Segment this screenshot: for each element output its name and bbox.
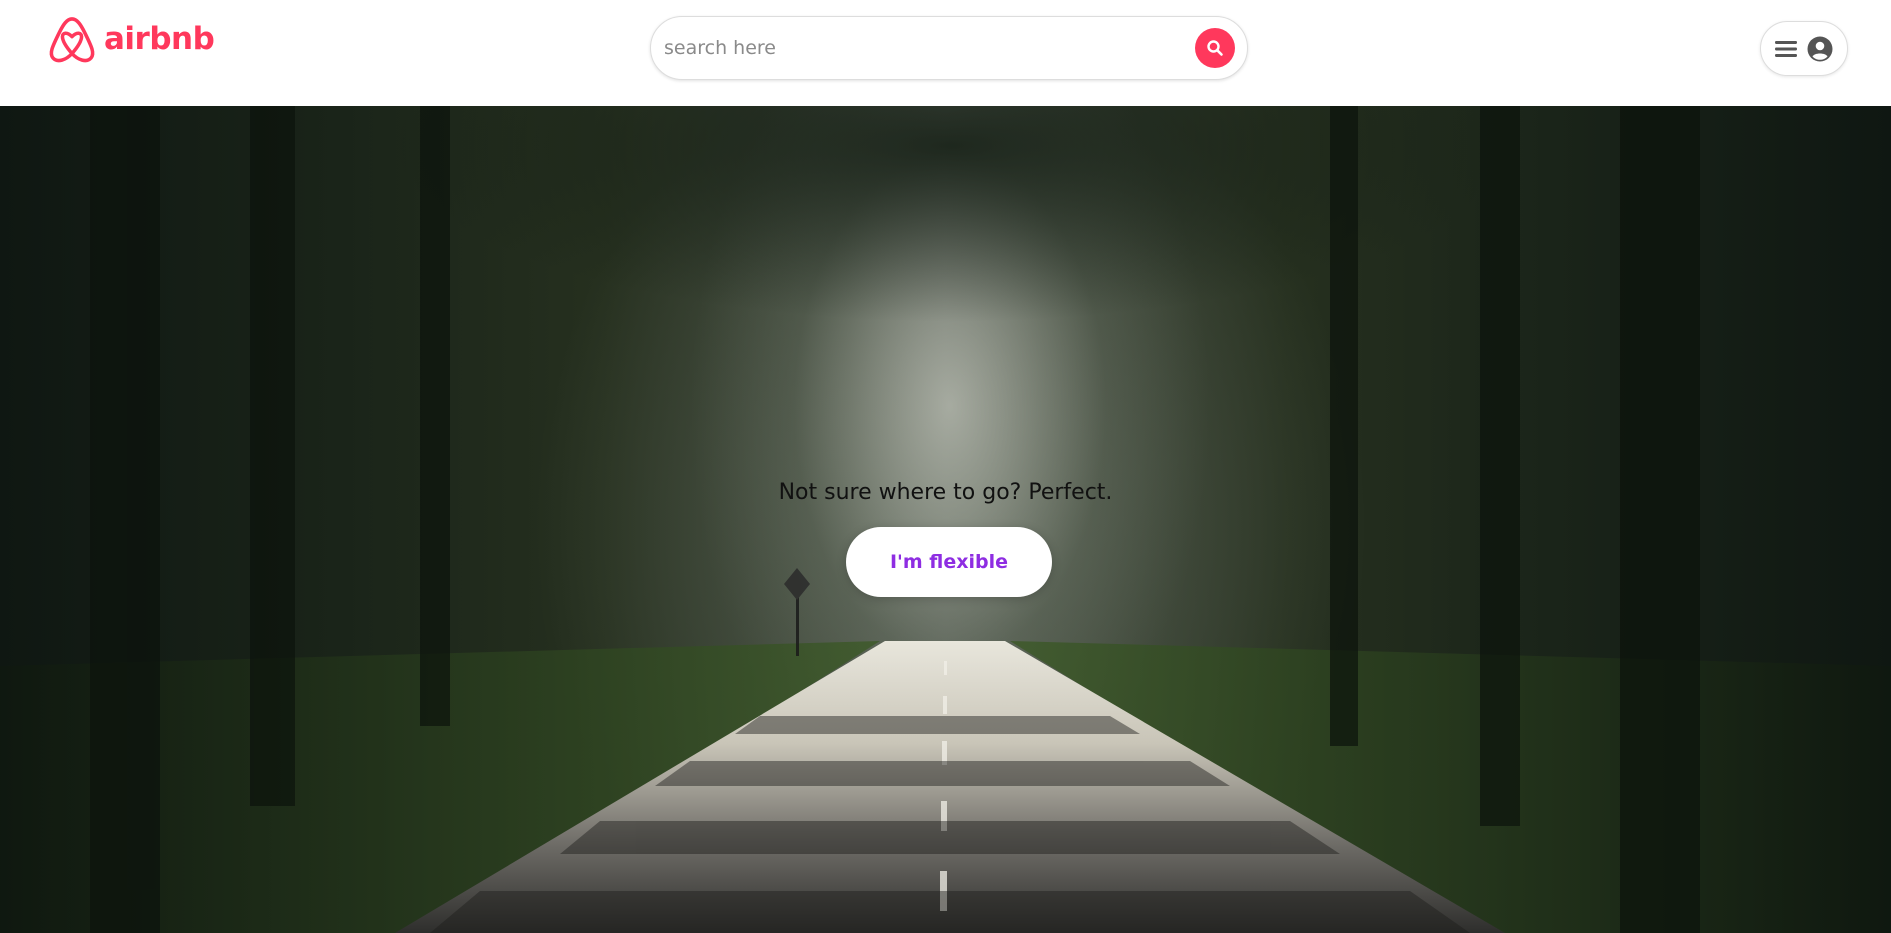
forest-road-image bbox=[0, 106, 1891, 933]
im-flexible-button[interactable]: I'm flexible bbox=[846, 527, 1052, 597]
hero-tagline: Not sure where to go? Perfect. bbox=[778, 480, 1113, 505]
search-input[interactable] bbox=[662, 27, 1195, 69]
hamburger-menu-icon bbox=[1775, 40, 1797, 57]
search-icon bbox=[1207, 40, 1223, 56]
top-nav-bar: airbnb bbox=[0, 0, 1891, 106]
user-menu-button[interactable] bbox=[1760, 21, 1848, 76]
logo-wordmark: airbnb bbox=[104, 20, 215, 57]
airbnb-logo[interactable]: airbnb bbox=[48, 16, 215, 66]
airbnb-logo-icon bbox=[49, 17, 95, 63]
search-bar bbox=[650, 16, 1248, 80]
search-button[interactable] bbox=[1195, 28, 1235, 68]
user-avatar-icon bbox=[1807, 36, 1833, 61]
hero-banner: Not sure where to go? Perfect. I'm flexi… bbox=[0, 106, 1891, 933]
